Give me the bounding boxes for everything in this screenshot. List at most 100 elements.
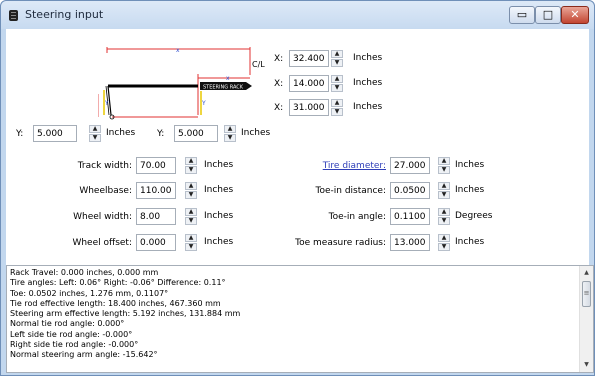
results-text: Rack Travel: 0.000 inches, 0.000 mm Tire… <box>10 268 578 361</box>
spin-down-icon[interactable]: ▼ <box>331 108 343 116</box>
wheel-offset-field[interactable]: 0.000 <box>136 234 176 251</box>
results-output[interactable]: Rack Travel: 0.000 inches, 0.000 mm Tire… <box>6 265 594 373</box>
scroll-thumb[interactable]: ≡ <box>582 281 591 307</box>
track-width-field[interactable]: 70.00 <box>136 157 176 174</box>
rack-x1-unit: Inches <box>353 53 383 63</box>
spin-up-icon[interactable]: ▲ <box>224 125 236 133</box>
rack-x1-label: X: <box>274 54 284 64</box>
close-icon: ✕ <box>570 8 580 21</box>
toe-in-angle-field[interactable]: 0.1100 <box>390 208 430 225</box>
rack-x3-label: X: <box>274 103 284 113</box>
toe-in-distance-label: Toe-in distance: <box>315 186 387 196</box>
wheelbase-label: Wheelbase: <box>79 186 132 196</box>
results-line: Steering arm effective length: 5.192 inc… <box>10 309 241 319</box>
x-mark: x <box>176 47 180 54</box>
spin-down-icon[interactable]: ▼ <box>438 217 450 225</box>
spin-down-icon[interactable]: ▼ <box>185 243 197 251</box>
rack-x3-arrows[interactable]: ▲ ▼ <box>331 99 343 116</box>
toe-in-distance-field[interactable]: 0.0500 <box>390 182 430 199</box>
wheel-width-label: Wheel width: <box>73 212 132 222</box>
spin-up-icon[interactable]: ▲ <box>331 99 343 107</box>
maximize-button[interactable]: □ <box>535 6 561 24</box>
diagram-drawing: x C/L x STEERING RACK Y Y <box>97 47 265 120</box>
toe-in-angle-unit: Degrees <box>455 211 493 221</box>
tire-diameter-link[interactable]: Tire diameter: <box>268 160 386 172</box>
toe-measure-radius-unit: Inches <box>455 237 485 247</box>
rack-x1-field[interactable]: 32.400 <box>289 50 329 67</box>
title-bar[interactable]: Steering input ▭ □ ✕ <box>1 1 594 29</box>
window-title: Steering input <box>25 8 104 21</box>
grip-icon: ≡ <box>583 289 590 297</box>
rack-x2-arrows[interactable]: ▲ ▼ <box>331 75 343 92</box>
spin-down-icon[interactable]: ▼ <box>185 191 197 199</box>
spin-up-icon[interactable]: ▲ <box>185 182 197 190</box>
spin-up-icon[interactable]: ▲ <box>438 182 450 190</box>
rack-x1-arrows[interactable]: ▲ ▼ <box>331 50 343 67</box>
svg-text:x: x <box>226 75 230 82</box>
tire-diameter-field[interactable]: 27.000 <box>390 157 430 174</box>
wheel-width-field[interactable]: 8.00 <box>136 208 176 225</box>
wheel-width-unit: Inches <box>204 211 234 221</box>
spin-down-icon[interactable]: ▼ <box>438 243 450 251</box>
steering-rack-label: STEERING RACK <box>203 85 244 91</box>
spin-down-icon[interactable]: ▼ <box>331 59 343 67</box>
rack-x2-unit: Inches <box>353 78 383 88</box>
wheelbase-field[interactable]: 110.00 <box>136 182 176 199</box>
minimize-button[interactable]: ▭ <box>509 6 535 24</box>
spin-down-icon[interactable]: ▼ <box>185 217 197 225</box>
rack-x2-field[interactable]: 14.000 <box>289 75 329 92</box>
rack-x3-unit: Inches <box>353 102 383 112</box>
toe-in-distance-unit: Inches <box>455 185 485 195</box>
spin-up-icon[interactable]: ▲ <box>438 234 450 242</box>
scroll-down-icon[interactable]: ▼ <box>580 358 593 372</box>
spin-down-icon[interactable]: ▼ <box>224 134 236 142</box>
tire-diameter-arrows[interactable]: ▲ ▼ <box>438 157 450 174</box>
spin-up-icon[interactable]: ▲ <box>331 75 343 83</box>
spin-up-icon[interactable]: ▲ <box>185 208 197 216</box>
y1-field[interactable]: 5.000 <box>33 125 77 142</box>
spin-up-icon[interactable]: ▲ <box>185 234 197 242</box>
toe-in-angle-label: Toe-in angle: <box>328 212 386 222</box>
toe-measure-radius-field[interactable]: 13.000 <box>390 234 430 251</box>
results-scrollbar[interactable]: ▲ ≡ ▼ <box>579 266 593 372</box>
wheelbase-arrows[interactable]: ▲ ▼ <box>185 182 197 199</box>
svg-text:Y: Y <box>201 100 206 107</box>
y1-arrows[interactable]: ▲ ▼ <box>89 125 101 142</box>
toe-in-distance-arrows[interactable]: ▲ ▼ <box>438 182 450 199</box>
spin-up-icon[interactable]: ▲ <box>438 208 450 216</box>
centerline-label: C/L <box>252 60 265 69</box>
track-width-label: Track width: <box>77 161 132 171</box>
y2-label: Y: <box>157 129 165 139</box>
y1-unit: Inches <box>106 128 136 138</box>
results-line: Right side tie rod angle: -0.000° <box>10 340 139 350</box>
y2-arrows[interactable]: ▲ ▼ <box>224 125 236 142</box>
scroll-up-icon[interactable]: ▲ <box>580 266 593 280</box>
wheel-offset-label: Wheel offset: <box>72 238 132 248</box>
results-line: Rack Travel: 0.000 inches, 0.000 mm <box>10 268 159 277</box>
spin-down-icon[interactable]: ▼ <box>185 166 197 174</box>
svg-text:Y: Y <box>104 100 109 107</box>
y2-unit: Inches <box>241 128 271 138</box>
maximize-icon: □ <box>542 8 554 21</box>
spin-up-icon[interactable]: ▲ <box>438 157 450 165</box>
toe-in-angle-arrows[interactable]: ▲ ▼ <box>438 208 450 225</box>
spin-up-icon[interactable]: ▲ <box>89 125 101 133</box>
wheel-offset-arrows[interactable]: ▲ ▼ <box>185 234 197 251</box>
wheel-width-arrows[interactable]: ▲ ▼ <box>185 208 197 225</box>
close-button[interactable]: ✕ <box>561 6 589 24</box>
track-width-arrows[interactable]: ▲ ▼ <box>185 157 197 174</box>
results-line: Normal steering arm angle: -15.642° <box>10 350 158 360</box>
y2-field[interactable]: 5.000 <box>174 125 218 142</box>
spin-down-icon[interactable]: ▼ <box>438 166 450 174</box>
spin-down-icon[interactable]: ▼ <box>89 134 101 142</box>
track-width-unit: Inches <box>204 160 234 170</box>
spin-up-icon[interactable]: ▲ <box>185 157 197 165</box>
spin-down-icon[interactable]: ▼ <box>331 84 343 92</box>
steering-geometry-diagram: x C/L x STEERING RACK Y Y <box>97 47 273 131</box>
spin-down-icon[interactable]: ▼ <box>438 191 450 199</box>
toe-measure-radius-arrows[interactable]: ▲ ▼ <box>438 234 450 251</box>
app-icon <box>9 10 18 21</box>
spin-up-icon[interactable]: ▲ <box>331 50 343 58</box>
rack-x3-field[interactable]: 31.000 <box>289 99 329 116</box>
wheelbase-unit: Inches <box>204 185 234 195</box>
